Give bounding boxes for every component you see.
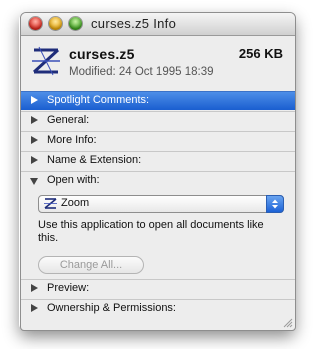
section-preview[interactable]: Preview: <box>21 279 295 298</box>
section-label: Ownership & Permissions: <box>47 302 176 314</box>
disclosure-triangle-icon[interactable] <box>31 284 38 292</box>
section-label: Open with: <box>47 174 100 186</box>
selected-app-name: Zoom <box>61 197 90 209</box>
disclosure-triangle-icon[interactable] <box>31 304 38 312</box>
section-ownership-permissions[interactable]: Ownership & Permissions: <box>21 299 295 318</box>
resize-grip-icon[interactable] <box>283 318 293 328</box>
section-label: General: <box>47 114 90 126</box>
section-spotlight-comments[interactable]: Spotlight Comments: <box>21 91 295 110</box>
window-title: curses.z5 Info <box>91 16 177 31</box>
file-name: curses.z5 <box>69 46 135 62</box>
section-label: More Info: <box>47 134 97 146</box>
file-size: 256 KB <box>238 46 283 61</box>
section-more-info[interactable]: More Info: <box>21 131 295 150</box>
z5-file-icon <box>32 46 60 76</box>
zoom-app-icon <box>44 198 57 209</box>
file-modified-date: Modified: 24 Oct 1995 18:39 <box>69 66 214 78</box>
section-open-with[interactable]: Open with: <box>21 171 295 190</box>
section-label: Preview: <box>47 282 90 294</box>
file-header: curses.z5 256 KB Modified: 24 Oct 1995 1… <box>21 36 295 92</box>
section-label: Spotlight Comments: <box>47 94 150 106</box>
section-general[interactable]: General: <box>21 111 295 130</box>
disclosure-triangle-icon[interactable] <box>31 116 38 124</box>
info-window: curses.z5 Info curses.z5 256 KB Modified… <box>20 12 296 331</box>
disclosure-triangle-icon[interactable] <box>31 156 38 164</box>
open-with-app-popup[interactable]: Zoom <box>38 195 284 213</box>
minimize-button[interactable] <box>49 17 62 30</box>
disclosure-triangle-icon[interactable] <box>30 178 38 185</box>
disclosure-triangle-icon[interactable] <box>31 96 38 104</box>
disclosure-triangle-icon[interactable] <box>31 136 38 144</box>
open-with-help-text: Use this application to open all documen… <box>38 219 264 244</box>
change-all-button[interactable]: Change All... <box>38 256 144 274</box>
title-bar[interactable]: curses.z5 Info <box>21 13 295 36</box>
zoom-button[interactable] <box>69 17 82 30</box>
close-button[interactable] <box>29 17 42 30</box>
popup-arrows-icon[interactable] <box>266 195 284 213</box>
section-name-extension[interactable]: Name & Extension: <box>21 151 295 170</box>
section-label: Name & Extension: <box>47 154 142 166</box>
